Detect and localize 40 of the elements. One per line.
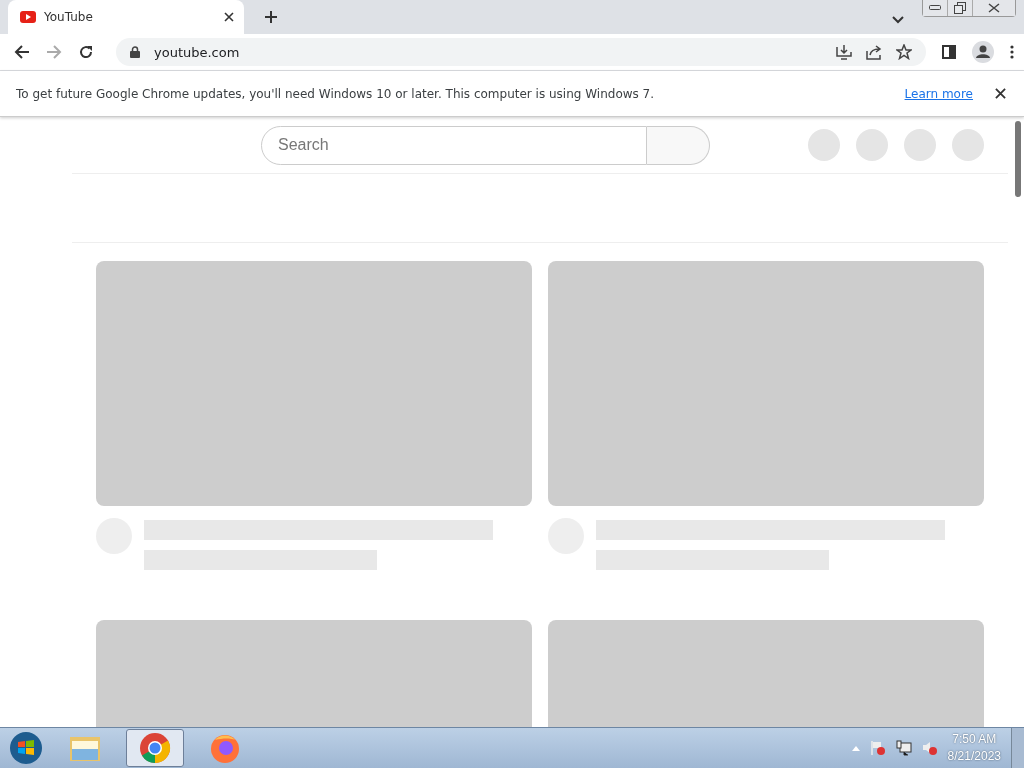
close-icon[interactable] (995, 88, 1006, 99)
placeholder-circle (904, 129, 936, 161)
back-icon[interactable] (14, 44, 30, 60)
flag-error-icon[interactable] (869, 740, 886, 756)
network-icon[interactable] (895, 740, 912, 756)
share-icon[interactable] (866, 44, 882, 60)
browser-tab[interactable]: YouTube (8, 0, 244, 34)
minimize-button[interactable] (923, 0, 948, 16)
placeholder-circle (808, 129, 840, 161)
chrome-logo-icon (139, 732, 171, 764)
install-icon[interactable] (836, 44, 852, 60)
reload-icon[interactable] (78, 44, 94, 60)
scrollbar-thumb[interactable] (1015, 121, 1021, 197)
menu-icon[interactable] (1010, 45, 1014, 59)
learn-more-link[interactable]: Learn more (904, 86, 973, 101)
close-icon (988, 3, 1000, 13)
start-button[interactable] (8, 730, 44, 766)
restore-button[interactable] (948, 0, 973, 16)
muted-speaker-icon[interactable] (921, 740, 938, 756)
placeholder-circle (952, 129, 984, 161)
close-icon[interactable] (224, 12, 234, 22)
minimize-icon (929, 5, 941, 11)
folder-icon (69, 734, 101, 762)
close-window-button[interactable] (973, 0, 1015, 16)
address-bar[interactable]: youtube.com (116, 38, 926, 66)
search-field[interactable]: Search (261, 125, 647, 165)
play-logo-icon (20, 11, 36, 23)
side-panel-icon[interactable] (942, 45, 956, 59)
infobar-message: To get future Google Chrome updates, you'll need Windows 10 or later. This computer is using Windows 7. (16, 86, 655, 101)
chrome-app-button[interactable] (126, 729, 184, 767)
windows-logo-icon (9, 731, 43, 765)
placeholder-circle (856, 129, 888, 161)
new-tab-icon[interactable] (264, 10, 278, 24)
profile-icon[interactable] (972, 41, 994, 63)
chevron-icon[interactable] (892, 16, 904, 24)
lock-icon (130, 46, 140, 58)
tab-title: YouTube (44, 10, 94, 24)
restore-icon (954, 2, 966, 14)
star-icon[interactable] (896, 44, 912, 60)
firefox-logo-icon (209, 732, 241, 764)
